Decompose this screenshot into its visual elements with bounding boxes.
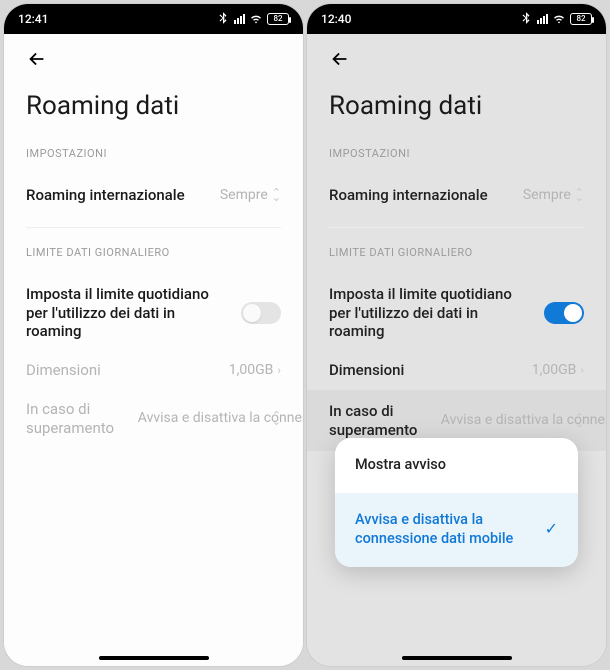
overlimit-label: In caso di superamento — [329, 402, 439, 440]
overlimit-value: Avvisa e disattiva la connessione dati m… — [441, 412, 584, 430]
daily-limit-toggle[interactable] — [241, 302, 281, 324]
back-button[interactable] — [26, 48, 281, 75]
overlimit-label: In caso di superamento — [26, 400, 136, 438]
status-indicators: 82 — [519, 11, 592, 28]
daily-limit-toggle[interactable] — [544, 302, 584, 324]
page-title: Roaming dati — [329, 91, 584, 121]
sort-icon: ⌃⌄ — [575, 415, 584, 426]
section-settings-label: IMPOSTAZIONI — [329, 147, 584, 160]
popup-option-warn[interactable]: Mostra avviso — [335, 438, 578, 493]
sort-icon: ⌃⌄ — [272, 190, 281, 201]
phone-left: 12:41 82 Roaming dati IMPOSTAZIONI Roami… — [4, 4, 303, 666]
chevron-right-icon: › — [580, 363, 584, 377]
size-label: Dimensioni — [329, 361, 404, 380]
battery-icon: 82 — [570, 13, 592, 25]
row-size[interactable]: Dimensioni 1,00GB › — [26, 351, 281, 390]
bluetooth-icon — [216, 11, 230, 28]
check-icon: ✓ — [545, 519, 558, 540]
section-daily-label: LIMITE DATI GIORNALIERO — [26, 246, 281, 259]
home-indicator[interactable] — [99, 656, 209, 660]
home-indicator[interactable] — [402, 656, 512, 660]
roaming-intl-value: Sempre ⌃⌄ — [523, 187, 584, 203]
status-time: 12:40 — [321, 12, 351, 26]
status-indicators: 82 — [216, 11, 289, 28]
signal-icon — [537, 14, 548, 24]
screen: Roaming dati IMPOSTAZIONI Roaming intern… — [307, 34, 606, 666]
size-label: Dimensioni — [26, 361, 101, 380]
daily-limit-label: Imposta il limite quotidiano per l'utili… — [26, 285, 216, 341]
screen: Roaming dati IMPOSTAZIONI Roaming intern… — [4, 34, 303, 666]
row-daily-limit[interactable]: Imposta il limite quotidiano per l'utili… — [26, 275, 281, 351]
roaming-intl-label: Roaming internazionale — [26, 186, 185, 205]
size-value: 1,00GB › — [532, 362, 584, 378]
status-time: 12:41 — [18, 12, 48, 26]
row-roaming-international[interactable]: Roaming internazionale Sempre ⌃⌄ — [26, 176, 281, 228]
bluetooth-icon — [519, 11, 533, 28]
row-overlimit[interactable]: In caso di superamento Avvisa e disattiv… — [26, 390, 281, 448]
wifi-icon — [552, 11, 566, 28]
page-title: Roaming dati — [26, 91, 281, 121]
roaming-intl-label: Roaming internazionale — [329, 186, 488, 205]
status-bar: 12:40 82 — [307, 4, 606, 34]
phone-right: 12:40 82 Roaming dati IMPOSTAZIONI Roami… — [307, 4, 606, 666]
roaming-intl-value: Sempre ⌃⌄ — [220, 187, 281, 203]
status-bar: 12:41 82 — [4, 4, 303, 34]
popup-option-warn-disable[interactable]: Avvisa e disattiva la connessione dati m… — [335, 493, 578, 567]
back-button[interactable] — [329, 48, 584, 75]
battery-icon: 82 — [267, 13, 289, 25]
size-value: 1,00GB › — [229, 362, 281, 378]
sort-icon: ⌃⌄ — [575, 190, 584, 201]
overlimit-value: Avvisa e disattiva la connessione dati m… — [138, 410, 281, 428]
daily-limit-label: Imposta il limite quotidiano per l'utili… — [329, 285, 519, 341]
sort-icon: ⌃⌄ — [272, 413, 281, 424]
row-daily-limit[interactable]: Imposta il limite quotidiano per l'utili… — [329, 275, 584, 351]
signal-icon — [234, 14, 245, 24]
chevron-right-icon: › — [277, 363, 281, 377]
row-size[interactable]: Dimensioni 1,00GB › — [329, 351, 584, 390]
row-roaming-international[interactable]: Roaming internazionale Sempre ⌃⌄ — [329, 176, 584, 228]
overlimit-popup: Mostra avviso Avvisa e disattiva la conn… — [335, 438, 578, 567]
wifi-icon — [249, 11, 263, 28]
section-daily-label: LIMITE DATI GIORNALIERO — [329, 246, 584, 259]
section-settings-label: IMPOSTAZIONI — [26, 147, 281, 160]
